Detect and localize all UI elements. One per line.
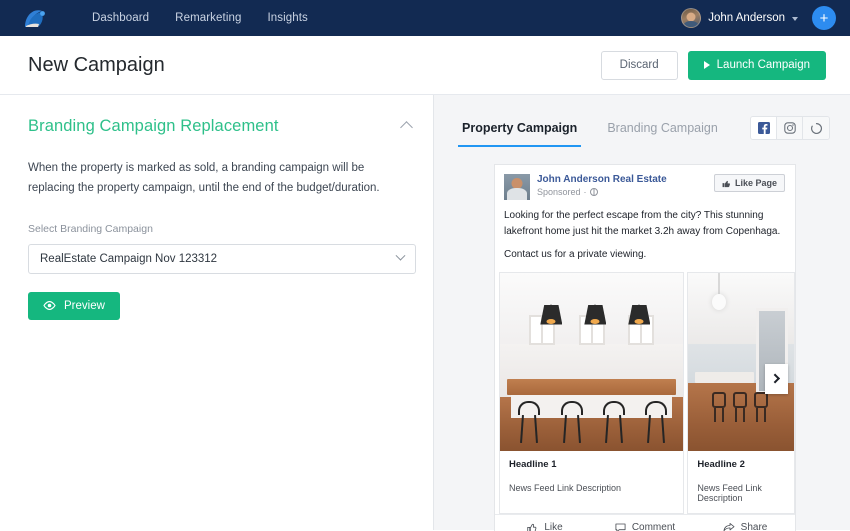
branding-campaign-select[interactable]: RealEstate Campaign Nov 123312: [28, 243, 416, 274]
app-root: Dashboard Remarketing Insights John Ande…: [0, 0, 850, 531]
channel-refresh-button[interactable]: [803, 117, 829, 139]
carousel-description-1: News Feed Link Description: [509, 482, 622, 493]
carousel-next-button[interactable]: [765, 363, 788, 394]
preview-label: Preview: [64, 299, 105, 312]
nav-link-remarketing[interactable]: Remarketing: [175, 12, 241, 24]
branding-campaign-selected-value: RealEstate Campaign Nov 123312: [40, 252, 218, 265]
carousel-headline-2: Headline 2: [697, 458, 745, 470]
primary-nav: Dashboard Remarketing Insights: [92, 12, 308, 24]
share-arrow-icon: [723, 522, 735, 531]
preview-panel: Property Campaign Branding Campaign John…: [434, 95, 850, 531]
play-icon: [703, 61, 710, 69]
comment-icon: [615, 523, 626, 531]
share-action[interactable]: Share: [695, 522, 795, 531]
carousel-image-1: [500, 272, 684, 451]
page-avatar: [504, 174, 530, 200]
instagram-icon: [783, 122, 796, 134]
preview-tabs: Property Campaign Branding Campaign: [434, 109, 850, 147]
add-new-button[interactable]: +: [812, 6, 836, 30]
page-meta: John Anderson Real Estate Sponsored ·: [537, 174, 667, 197]
channel-facebook-button[interactable]: [751, 117, 777, 139]
comment-action[interactable]: Comment: [595, 522, 695, 531]
avatar: [681, 8, 702, 28]
ad-preview-card: John Anderson Real Estate Sponsored · Li…: [494, 164, 796, 531]
carousel-caption-2: Headline 2 News Feed Link Description: [688, 451, 794, 513]
chevron-up-icon[interactable]: [400, 121, 413, 134]
thumbs-up-icon: [527, 523, 537, 531]
share-action-label: Share: [740, 521, 768, 531]
refresh-spinner-icon: [810, 122, 822, 134]
carousel-caption-1: Headline 1 News Feed Link Description: [500, 451, 683, 503]
section-description: When the property is marked as sold, a b…: [28, 162, 380, 195]
channel-toggle-group: [750, 116, 830, 140]
carousel-image-2: [688, 272, 794, 451]
select-branding-campaign-label: Select Branding Campaign: [28, 222, 153, 235]
body-split: Branding Campaign Replacement When the p…: [0, 95, 850, 531]
top-navbar: Dashboard Remarketing Insights John Ande…: [0, 0, 850, 36]
chevron-down-icon: [395, 251, 406, 262]
carousel-description-2: News Feed Link Description: [697, 482, 762, 503]
ad-actions: Like Comment Share: [495, 513, 795, 531]
left-settings-panel: Branding Campaign Replacement When the p…: [0, 95, 434, 530]
carousel-card-1[interactable]: Headline 1 News Feed Link Description: [499, 271, 685, 514]
like-action-label: Like: [544, 521, 563, 531]
comment-action-label: Comment: [631, 521, 676, 531]
ad-carousel: Headline 1 News Feed Link Description He…: [495, 271, 795, 514]
ad-text-line-1: Looking for the perfect escape from the …: [504, 210, 781, 237]
nav-link-insights[interactable]: Insights: [267, 12, 307, 24]
ad-body-text: Looking for the perfect escape from the …: [495, 200, 795, 272]
ad-text-line-2: Contact us for a private viewing.: [504, 249, 647, 260]
launch-campaign-label: Launch Campaign: [716, 59, 810, 71]
section-header: Branding Campaign Replacement: [28, 117, 413, 136]
tab-branding-campaign[interactable]: Branding Campaign: [605, 109, 720, 147]
chevron-down-icon: [792, 17, 798, 21]
page-title: New Campaign: [28, 53, 165, 76]
carousel-headline-1: Headline 1: [509, 458, 557, 470]
discard-button[interactable]: Discard: [600, 50, 678, 80]
logo-icon: [25, 10, 45, 27]
preview-button[interactable]: Preview: [28, 291, 120, 320]
channel-instagram-button[interactable]: [777, 117, 803, 139]
section-title: Branding Campaign Replacement: [28, 117, 279, 135]
sponsored-text: Sponsored: [537, 187, 581, 197]
nav-link-dashboard[interactable]: Dashboard: [92, 12, 149, 24]
like-action[interactable]: Like: [495, 522, 595, 531]
user-menu[interactable]: John Anderson: [681, 8, 798, 28]
app-logo[interactable]: [0, 0, 70, 36]
like-page-label: Like Page: [734, 178, 777, 188]
sponsored-label: Sponsored ·: [537, 187, 667, 197]
eye-icon: [43, 301, 56, 311]
launch-campaign-button[interactable]: Launch Campaign: [687, 50, 826, 80]
globe-icon: [589, 188, 598, 196]
tab-property-campaign[interactable]: Property Campaign: [457, 109, 582, 147]
page-header: New Campaign Discard Launch Campaign: [0, 36, 850, 95]
ad-page-header: John Anderson Real Estate Sponsored · Li…: [495, 165, 795, 200]
header-actions: Discard Launch Campaign: [600, 50, 826, 80]
like-page-button[interactable]: Like Page: [713, 174, 785, 192]
user-name: John Anderson: [708, 12, 785, 24]
page-name[interactable]: John Anderson Real Estate: [537, 174, 667, 185]
navbar-right: John Anderson +: [681, 6, 836, 30]
separator-dot: ·: [583, 187, 587, 197]
facebook-icon: [757, 122, 770, 134]
chevron-right-icon: [770, 373, 781, 384]
thumbs-up-icon: [722, 180, 730, 187]
